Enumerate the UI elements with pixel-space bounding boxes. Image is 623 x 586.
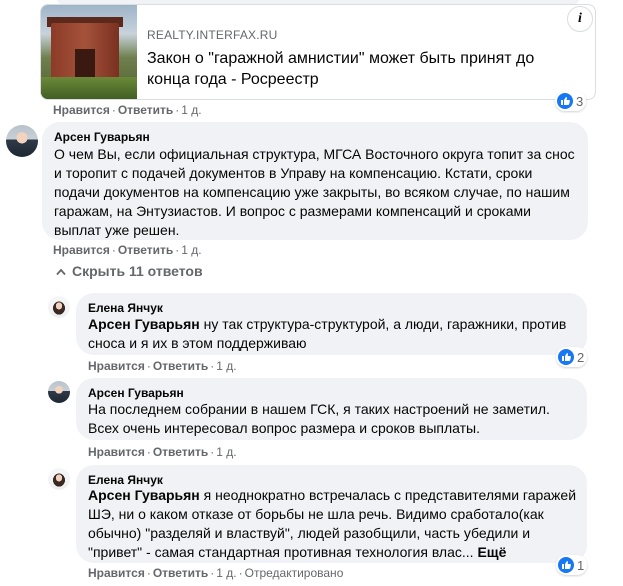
like-icon xyxy=(558,557,574,573)
link-preview-title[interactable]: Закон о "гаражной амнистии" может быть п… xyxy=(147,48,567,90)
like-count: 1 xyxy=(577,557,585,573)
link-preview-card[interactable]: REALTY.INTERFAX.RU Закон о "гаражной амн… xyxy=(40,4,596,100)
comment-text: О чем Вы, если официальная структура, МГ… xyxy=(54,146,575,238)
mention-link[interactable]: Арсен Гуварьян xyxy=(88,487,200,503)
like-button[interactable]: Нравится xyxy=(88,445,145,459)
like-icon xyxy=(557,93,573,109)
link-preview-domain: REALTY.INTERFAX.RU xyxy=(147,28,278,42)
comment-time[interactable]: 1 д. xyxy=(181,103,201,117)
avatar[interactable] xyxy=(6,125,38,157)
hide-replies-button[interactable]: Скрыть 11 ответов xyxy=(56,263,203,279)
reply-time[interactable]: 1 д. xyxy=(216,359,236,373)
reply-author[interactable]: Елена Янчук xyxy=(88,473,163,487)
like-reaction-count[interactable]: 1 xyxy=(556,555,588,575)
reply-button[interactable]: Ответить xyxy=(153,566,208,580)
like-reaction-count[interactable]: 3 xyxy=(555,91,587,111)
comment-actions: Нравится · Ответить · 1 д. xyxy=(53,103,202,117)
like-button[interactable]: Нравится xyxy=(88,359,145,373)
edited-label: Отредактировано xyxy=(244,566,344,580)
reply-time[interactable]: 1 д. xyxy=(216,566,236,580)
comment-time[interactable]: 1 д. xyxy=(181,243,201,257)
like-reaction-count[interactable]: 2 xyxy=(556,347,588,367)
grass-shape xyxy=(41,77,137,99)
comment-author[interactable]: Арсен Гуварьян xyxy=(54,130,150,144)
reply-text: Арсен Гуварьян ну так структура-структур… xyxy=(88,316,567,351)
reply-button[interactable]: Ответить xyxy=(153,359,208,373)
reply-actions: Нравится · Ответить · 1 д. · Отредактировано xyxy=(88,566,344,580)
like-button[interactable]: Нравится xyxy=(88,566,145,580)
avatar[interactable] xyxy=(48,468,70,490)
info-icon[interactable]: i xyxy=(567,6,593,32)
reply-text: На последнем собрании в нашем ГСК, я так… xyxy=(88,401,550,436)
hide-replies-label: Скрыть 11 ответов xyxy=(72,263,203,279)
see-more-link[interactable]: Ещё xyxy=(477,544,506,560)
comment-actions: Нравится · Ответить · 1 д. xyxy=(53,243,202,257)
like-count: 3 xyxy=(576,93,584,109)
like-button[interactable]: Нравится xyxy=(53,103,110,117)
mention-link[interactable]: Арсен Гуварьян xyxy=(88,316,200,332)
reply-text: Арсен Гуварьян я неоднократно встречалас… xyxy=(88,487,577,560)
reply-button[interactable]: Ответить xyxy=(118,243,173,257)
reply-author[interactable]: Арсен Гуварьян xyxy=(88,386,184,400)
chevron-up-icon xyxy=(56,263,66,279)
link-preview-thumbnail[interactable] xyxy=(41,5,137,99)
reply-button[interactable]: Ответить xyxy=(118,103,173,117)
reply-author[interactable]: Елена Янчук xyxy=(88,301,163,315)
avatar[interactable] xyxy=(48,296,70,318)
reply-time[interactable]: 1 д. xyxy=(216,445,236,459)
reply-actions: Нравится · Ответить · 1 д. xyxy=(88,359,237,373)
reply-button[interactable]: Ответить xyxy=(153,445,208,459)
like-icon xyxy=(558,349,574,365)
reply-actions: Нравится · Ответить · 1 д. xyxy=(88,445,237,459)
like-button[interactable]: Нравится xyxy=(53,243,110,257)
avatar[interactable] xyxy=(48,381,70,403)
like-count: 2 xyxy=(577,349,585,365)
